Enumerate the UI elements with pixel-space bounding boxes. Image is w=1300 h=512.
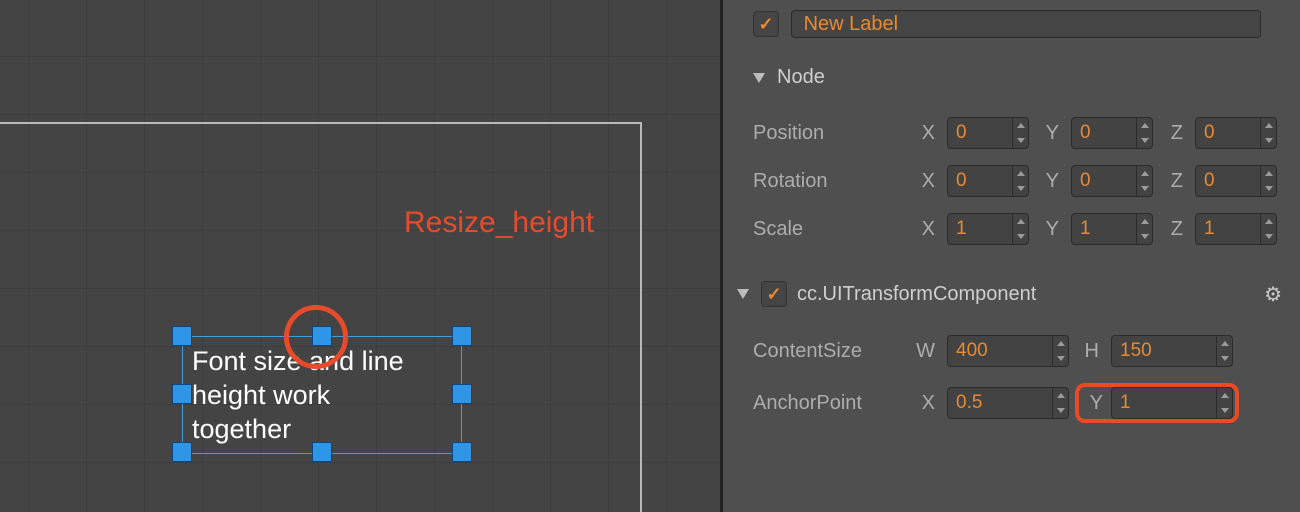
section-header-node[interactable]: Node [723,56,1300,95]
axis-h-label: H [1077,340,1099,363]
spinner[interactable] [1052,388,1068,418]
annotation-circle [284,305,348,369]
spinner[interactable] [1012,214,1028,244]
axis-z-label: Z [1161,122,1183,145]
spinner[interactable] [1260,214,1276,244]
position-x-input[interactable] [947,117,1029,149]
rotation-z-input[interactable] [1195,165,1277,197]
scale-row: Scale X Y Z [723,205,1300,253]
spinner[interactable] [1012,166,1028,196]
resize-handle-top-right[interactable] [452,326,472,346]
component-enabled-checkbox[interactable]: ✓ [761,281,787,307]
annotation-highlight-anchor-y: Y [1075,383,1239,423]
resize-handle-bottom-right[interactable] [452,442,472,462]
section-title-node: Node [777,66,825,89]
resize-handle-top-left[interactable] [172,326,192,346]
rotation-label: Rotation [753,170,913,193]
node-name-field[interactable]: New Label [791,10,1261,38]
spinner[interactable] [1260,166,1276,196]
scale-z-input[interactable] [1195,213,1277,245]
rotation-x-input[interactable] [947,165,1029,197]
contentsize-h-input[interactable] [1111,335,1233,367]
spinner[interactable] [1052,336,1068,366]
anchorpoint-row: AnchorPoint X Y [723,375,1300,431]
spinner[interactable] [1012,118,1028,148]
position-z-input[interactable] [1195,117,1277,149]
position-label: Position [753,122,913,145]
section-header-uitransform[interactable]: ✓ cc.UITransformComponent ⚙ [723,271,1300,313]
anchorpoint-label: AnchorPoint [753,392,913,415]
anchorpoint-x-input[interactable] [947,387,1069,419]
inspector-panel: ✓ New Label Node Position X Y Z [720,0,1300,512]
resize-handle-bottom-left[interactable] [172,442,192,462]
scale-x-input[interactable] [947,213,1029,245]
spinner[interactable] [1136,118,1152,148]
position-y-input[interactable] [1071,117,1153,149]
axis-y-label: Y [1037,122,1059,145]
scale-y-input[interactable] [1071,213,1153,245]
contentsize-w-input[interactable] [947,335,1069,367]
spinner[interactable] [1136,166,1152,196]
spinner[interactable] [1136,214,1152,244]
axis-w-label: W [913,340,935,363]
resize-handle-middle-left[interactable] [172,384,192,404]
spinner[interactable] [1216,388,1232,418]
rotation-y-input[interactable] [1071,165,1153,197]
chevron-down-icon [737,289,749,299]
contentsize-label: ContentSize [753,340,913,363]
rotation-row: Rotation X Y Z [723,157,1300,205]
position-row: Position X Y Z [723,109,1300,157]
component-title: cc.UITransformComponent [797,283,1036,306]
gear-icon[interactable]: ⚙ [1264,282,1282,307]
anchorpoint-y-input[interactable] [1111,387,1233,419]
spinner[interactable] [1260,118,1276,148]
scene-canvas[interactable]: Resize_height Font size and line height … [0,0,720,512]
scene-annotation-label: Resize_height [404,206,594,240]
chevron-down-icon [753,73,765,83]
resize-handle-middle-right[interactable] [452,384,472,404]
node-enabled-checkbox[interactable]: ✓ [753,11,779,37]
spinner[interactable] [1216,336,1232,366]
contentsize-row: ContentSize W H [723,327,1300,375]
scale-label: Scale [753,218,913,241]
axis-x-label: X [913,122,935,145]
resize-handle-bottom-middle[interactable] [312,442,332,462]
